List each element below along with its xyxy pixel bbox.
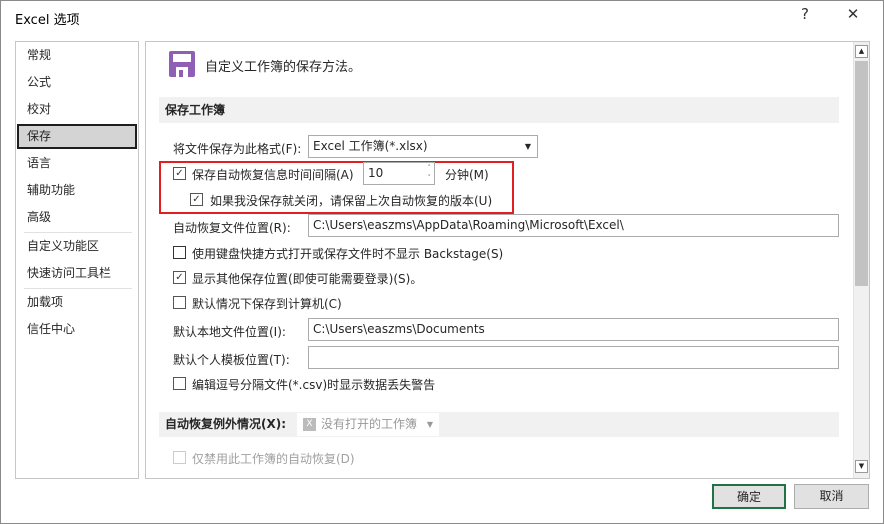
csv-warning-checkbox[interactable] [173,377,186,390]
local-path-label: 默认本地文件位置(I): [173,325,286,339]
save-icon [169,51,195,77]
sidebar-item-customize-ribbon[interactable]: 自定义功能区 [17,234,137,259]
save-to-computer-checkbox[interactable] [173,296,186,309]
sidebar-item-addins[interactable]: 加载项 [17,290,137,315]
autorecover-label: 保存自动恢复信息时间间隔(A) [192,168,354,182]
csv-warning-label: 编辑逗号分隔文件(*.csv)时显示数据丢失警告 [192,378,436,392]
vertical-scrollbar[interactable]: ▲ ▼ [853,42,869,478]
format-value: Excel 工作簿(*.xlsx) [313,139,428,153]
workbook-value: 没有打开的工作簿 [321,417,418,431]
sidebar: 常规 公式 校对 保存 语言 辅助功能 高级 自定义功能区 快速访问工具栏 加载… [15,41,139,479]
disable-autorecover-checkbox[interactable] [173,451,186,464]
sidebar-item-save[interactable]: 保存 [17,124,137,149]
scroll-thumb[interactable] [855,61,868,286]
format-select[interactable]: Excel 工作簿(*.xlsx) ▼ [308,135,538,158]
sidebar-item-quick-access-toolbar[interactable]: 快速访问工具栏 [17,261,137,286]
interval-unit: 分钟(M) [445,168,489,182]
sidebar-item-language[interactable]: 语言 [17,151,137,176]
window-title: Excel 选项 [15,13,80,28]
template-path-input[interactable] [308,346,839,369]
show-other-locations-checkbox[interactable]: ✓ [173,271,186,284]
autorecover-checkbox[interactable]: ✓ [173,167,186,180]
sidebar-item-trust-center[interactable]: 信任中心 [17,317,137,342]
chevron-down-icon: ▼ [524,142,531,151]
close-button[interactable]: ✕ [841,5,865,27]
chevron-down-icon: ▼ [426,420,433,429]
spinner-arrows-icon[interactable]: ˄ ˅ [428,163,432,183]
sidebar-item-formulas[interactable]: 公式 [17,70,137,95]
template-label: 默认个人模板位置(T): [173,353,290,367]
ok-button[interactable]: 确定 [712,484,786,509]
scroll-up-icon[interactable]: ▲ [855,45,868,58]
help-button[interactable]: ? [793,5,817,27]
scroll-down-icon[interactable]: ▼ [855,460,868,473]
divider [24,288,132,289]
disable-autorecover-label: 仅禁用此工作簿的自动恢复(D) [192,452,355,466]
local-path-input[interactable]: C:\Users\easzms\Documents [308,318,839,341]
workbook-select[interactable]: X 没有打开的工作簿 ▼ [297,413,439,436]
section-autorecover-exceptions: 自动恢复例外情况(X): [159,412,839,437]
cancel-button[interactable]: 取消 [794,484,869,509]
excel-icon: X [303,418,316,431]
backstage-label: 使用键盘快捷方式打开或保存文件时不显示 Backstage(S) [192,247,504,261]
keep-version-label: 如果我没保存就关闭，请保留上次自动恢复的版本(U) [210,194,493,208]
interval-value: 10 [368,166,384,180]
interval-spinner[interactable]: 10 ˄ ˅ [363,162,435,185]
sidebar-item-accessibility[interactable]: 辅助功能 [17,178,137,203]
save-to-computer-label: 默认情况下保存到计算机(C) [192,297,342,311]
sidebar-item-proofing[interactable]: 校对 [17,97,137,122]
autorecover-location-label: 自动恢复文件位置(R): [173,221,291,235]
divider [24,232,132,233]
show-other-locations-label: 显示其他保存位置(即使可能需要登录)(S)。 [192,272,423,286]
section-save-workbooks: 保存工作簿 [159,97,839,123]
header-text: 自定义工作簿的保存方法。 [205,60,362,75]
sidebar-item-general[interactable]: 常规 [17,43,137,68]
sidebar-item-advanced[interactable]: 高级 [17,205,137,230]
keep-version-checkbox[interactable]: ✓ [190,193,203,206]
autorecover-location-input[interactable]: C:\Users\easzms\AppData\Roaming\Microsof… [308,214,839,237]
format-label: 将文件保存为此格式(F): [173,142,302,156]
backstage-checkbox[interactable] [173,246,186,259]
